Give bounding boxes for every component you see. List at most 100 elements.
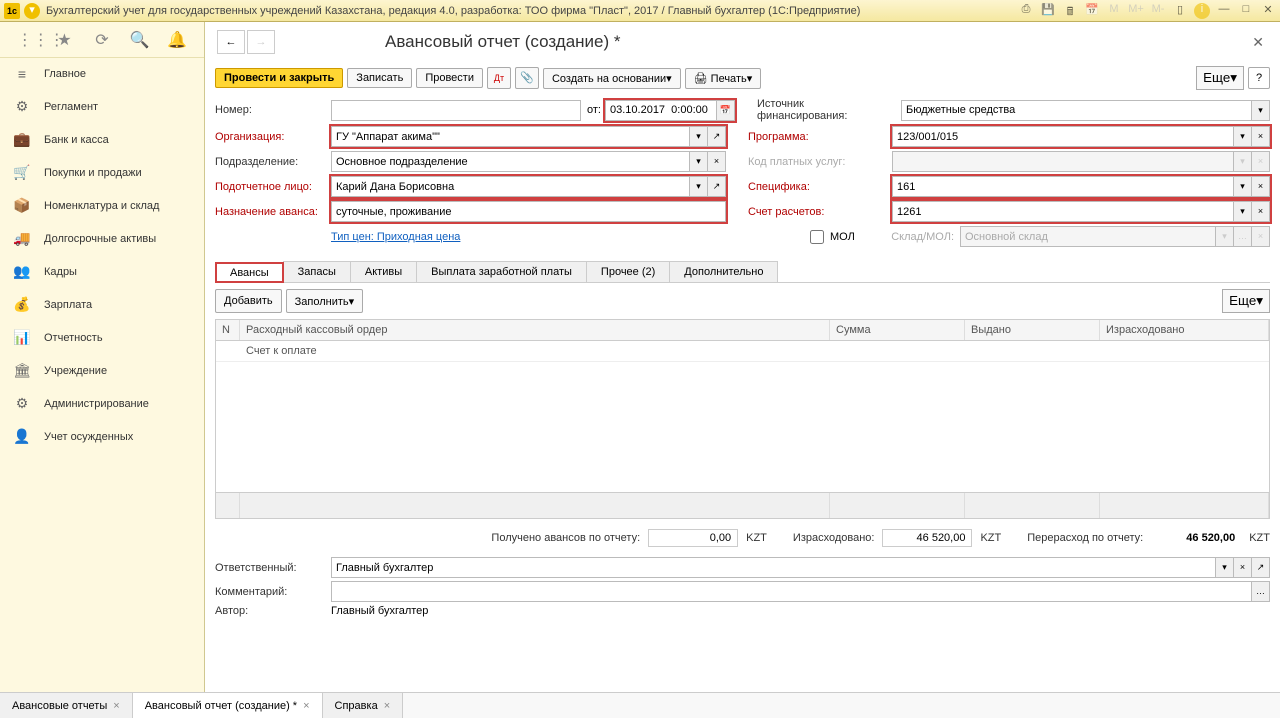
create-based-button[interactable]: Создать на основании▾ [543, 68, 681, 89]
grid-body[interactable] [216, 362, 1269, 492]
open-button[interactable]: ↗ [708, 126, 726, 147]
dept-input[interactable] [331, 151, 690, 172]
dropdown-button[interactable]: ▾ [690, 176, 708, 197]
funding-input[interactable] [901, 100, 1252, 121]
sidebar-item-sales[interactable]: 🛒Покупки и продажи [0, 156, 204, 189]
m-plus-icon[interactable]: M+ [1128, 3, 1144, 19]
sidebar-item-hr[interactable]: 👥Кадры [0, 255, 204, 288]
clear-button[interactable]: × [1252, 201, 1270, 222]
tab-reports-list[interactable]: Авансовые отчеты× [0, 693, 133, 718]
dropdown-button[interactable]: ▾ [1216, 557, 1234, 578]
author-label: Автор: [215, 605, 325, 617]
clear-button[interactable]: × [1252, 126, 1270, 147]
tab-advances[interactable]: Авансы [215, 262, 284, 283]
apps-icon[interactable]: ⋮⋮⋮ [17, 30, 37, 50]
attach-icon[interactable]: 📎 [515, 67, 539, 89]
panel-icon[interactable]: ▯ [1172, 3, 1188, 19]
maximize-icon[interactable]: □ [1238, 3, 1254, 19]
close-icon[interactable]: ✕ [1260, 3, 1276, 19]
open-button[interactable]: ↗ [708, 176, 726, 197]
history-icon[interactable]: ⟳ [92, 30, 112, 50]
purpose-input[interactable] [331, 201, 726, 222]
tab-assets[interactable]: Активы [350, 261, 417, 282]
col-spent[interactable]: Израсходовано [1100, 320, 1269, 340]
date-input[interactable] [605, 100, 717, 121]
dt-kt-icon[interactable]: Дт [487, 67, 511, 89]
resp-input[interactable] [331, 557, 1216, 578]
mol-checkbox[interactable] [810, 230, 824, 244]
dropdown-button[interactable]: ▾ [1234, 126, 1252, 147]
app-menu-dropdown[interactable]: ▾ [24, 3, 40, 19]
info-icon[interactable]: i [1194, 3, 1210, 19]
m-minus-icon[interactable]: M- [1150, 3, 1166, 19]
sidebar-item-convicts[interactable]: 👤Учет осужденных [0, 420, 204, 453]
dropdown-button[interactable]: ▾ [690, 151, 708, 172]
dropdown-button[interactable]: ▾ [1234, 176, 1252, 197]
clear-button[interactable]: × [1252, 176, 1270, 197]
fill-button[interactable]: Заполнить▾ [286, 289, 364, 313]
sidebar-label: Кадры [44, 266, 77, 278]
program-input[interactable] [892, 126, 1234, 147]
dropdown-button[interactable]: ▾ [690, 126, 708, 147]
print-button[interactable]: 🖨 Печать▾ [685, 68, 762, 89]
comment-input[interactable] [331, 581, 1252, 602]
star-icon[interactable]: ★ [54, 30, 74, 50]
m-icon[interactable]: M [1106, 3, 1122, 19]
tab-other[interactable]: Прочее (2) [586, 261, 670, 282]
sidebar-item-assets[interactable]: 🚚Долгосрочные активы [0, 222, 204, 255]
help-button[interactable]: ? [1248, 67, 1270, 89]
tab-salary[interactable]: Выплата заработной платы [416, 261, 587, 282]
open-button[interactable]: ↗ [1252, 557, 1270, 578]
account-input[interactable] [892, 201, 1234, 222]
post-button[interactable]: Провести [416, 68, 483, 88]
tab-current-doc[interactable]: Авансовый отчет (создание) *× [133, 693, 323, 718]
col-sum[interactable]: Сумма [830, 320, 965, 340]
price-type-link[interactable]: Тип цен: Приходная цена [331, 231, 460, 243]
ellipsis-button[interactable]: … [1252, 581, 1270, 602]
save-icon[interactable]: 💾 [1040, 3, 1056, 19]
post-and-close-button[interactable]: Провести и закрыть [215, 68, 343, 88]
write-button[interactable]: Записать [347, 68, 412, 88]
clear-button[interactable]: × [1234, 557, 1252, 578]
print-icon[interactable]: ⎙ [1018, 3, 1034, 19]
minimize-icon[interactable]: — [1216, 3, 1232, 19]
tab-help[interactable]: Справка× [323, 693, 404, 718]
calendar-icon[interactable]: 📅 [1084, 3, 1100, 19]
dropdown-button[interactable]: ▾ [1234, 201, 1252, 222]
col-invoice[interactable]: Счет к оплате [240, 341, 830, 361]
clear-button[interactable]: × [708, 151, 726, 172]
sidebar-item-reglament[interactable]: ⚙Регламент [0, 90, 204, 123]
col-order[interactable]: Расходный кассовый ордер [240, 320, 830, 340]
window-tabs: Авансовые отчеты× Авансовый отчет (созда… [0, 692, 1280, 718]
tab-stock[interactable]: Запасы [283, 261, 351, 282]
col-n[interactable]: N [216, 320, 240, 340]
sidebar-item-institution[interactable]: 🏛Учреждение [0, 354, 204, 387]
calc-icon[interactable]: 🖩 [1062, 3, 1078, 19]
number-input[interactable] [331, 100, 581, 121]
close-page-button[interactable]: ✕ [1248, 30, 1268, 55]
sidebar-item-stock[interactable]: 📦Номенклатура и склад [0, 189, 204, 222]
sidebar-item-reports[interactable]: 📊Отчетность [0, 321, 204, 354]
sidebar-item-main[interactable]: ≡Главное [0, 58, 204, 90]
grid-more-button[interactable]: Еще▾ [1222, 289, 1270, 313]
more-button[interactable]: Еще▾ [1196, 66, 1244, 90]
search-icon[interactable]: 🔍 [130, 30, 150, 50]
nav-back-button[interactable]: ← [217, 30, 245, 54]
nav-forward-button[interactable]: → [247, 30, 275, 54]
col-issued[interactable]: Выдано [965, 320, 1100, 340]
org-input[interactable] [331, 126, 690, 147]
tab-close-icon[interactable]: × [384, 700, 390, 712]
tab-close-icon[interactable]: × [303, 700, 309, 712]
specifics-input[interactable] [892, 176, 1234, 197]
calendar-button[interactable]: 📅 [717, 100, 735, 121]
sidebar-label: Покупки и продажи [44, 167, 142, 179]
add-button[interactable]: Добавить [215, 289, 282, 313]
person-input[interactable] [331, 176, 690, 197]
sidebar-item-salary[interactable]: 💰Зарплата [0, 288, 204, 321]
bell-icon[interactable]: 🔔 [167, 30, 187, 50]
sidebar-item-admin[interactable]: ⚙Администрирование [0, 387, 204, 420]
sidebar-item-bank[interactable]: 💼Банк и касса [0, 123, 204, 156]
tab-additional[interactable]: Дополнительно [669, 261, 778, 282]
dropdown-button[interactable]: ▾ [1252, 100, 1270, 121]
tab-close-icon[interactable]: × [113, 700, 119, 712]
